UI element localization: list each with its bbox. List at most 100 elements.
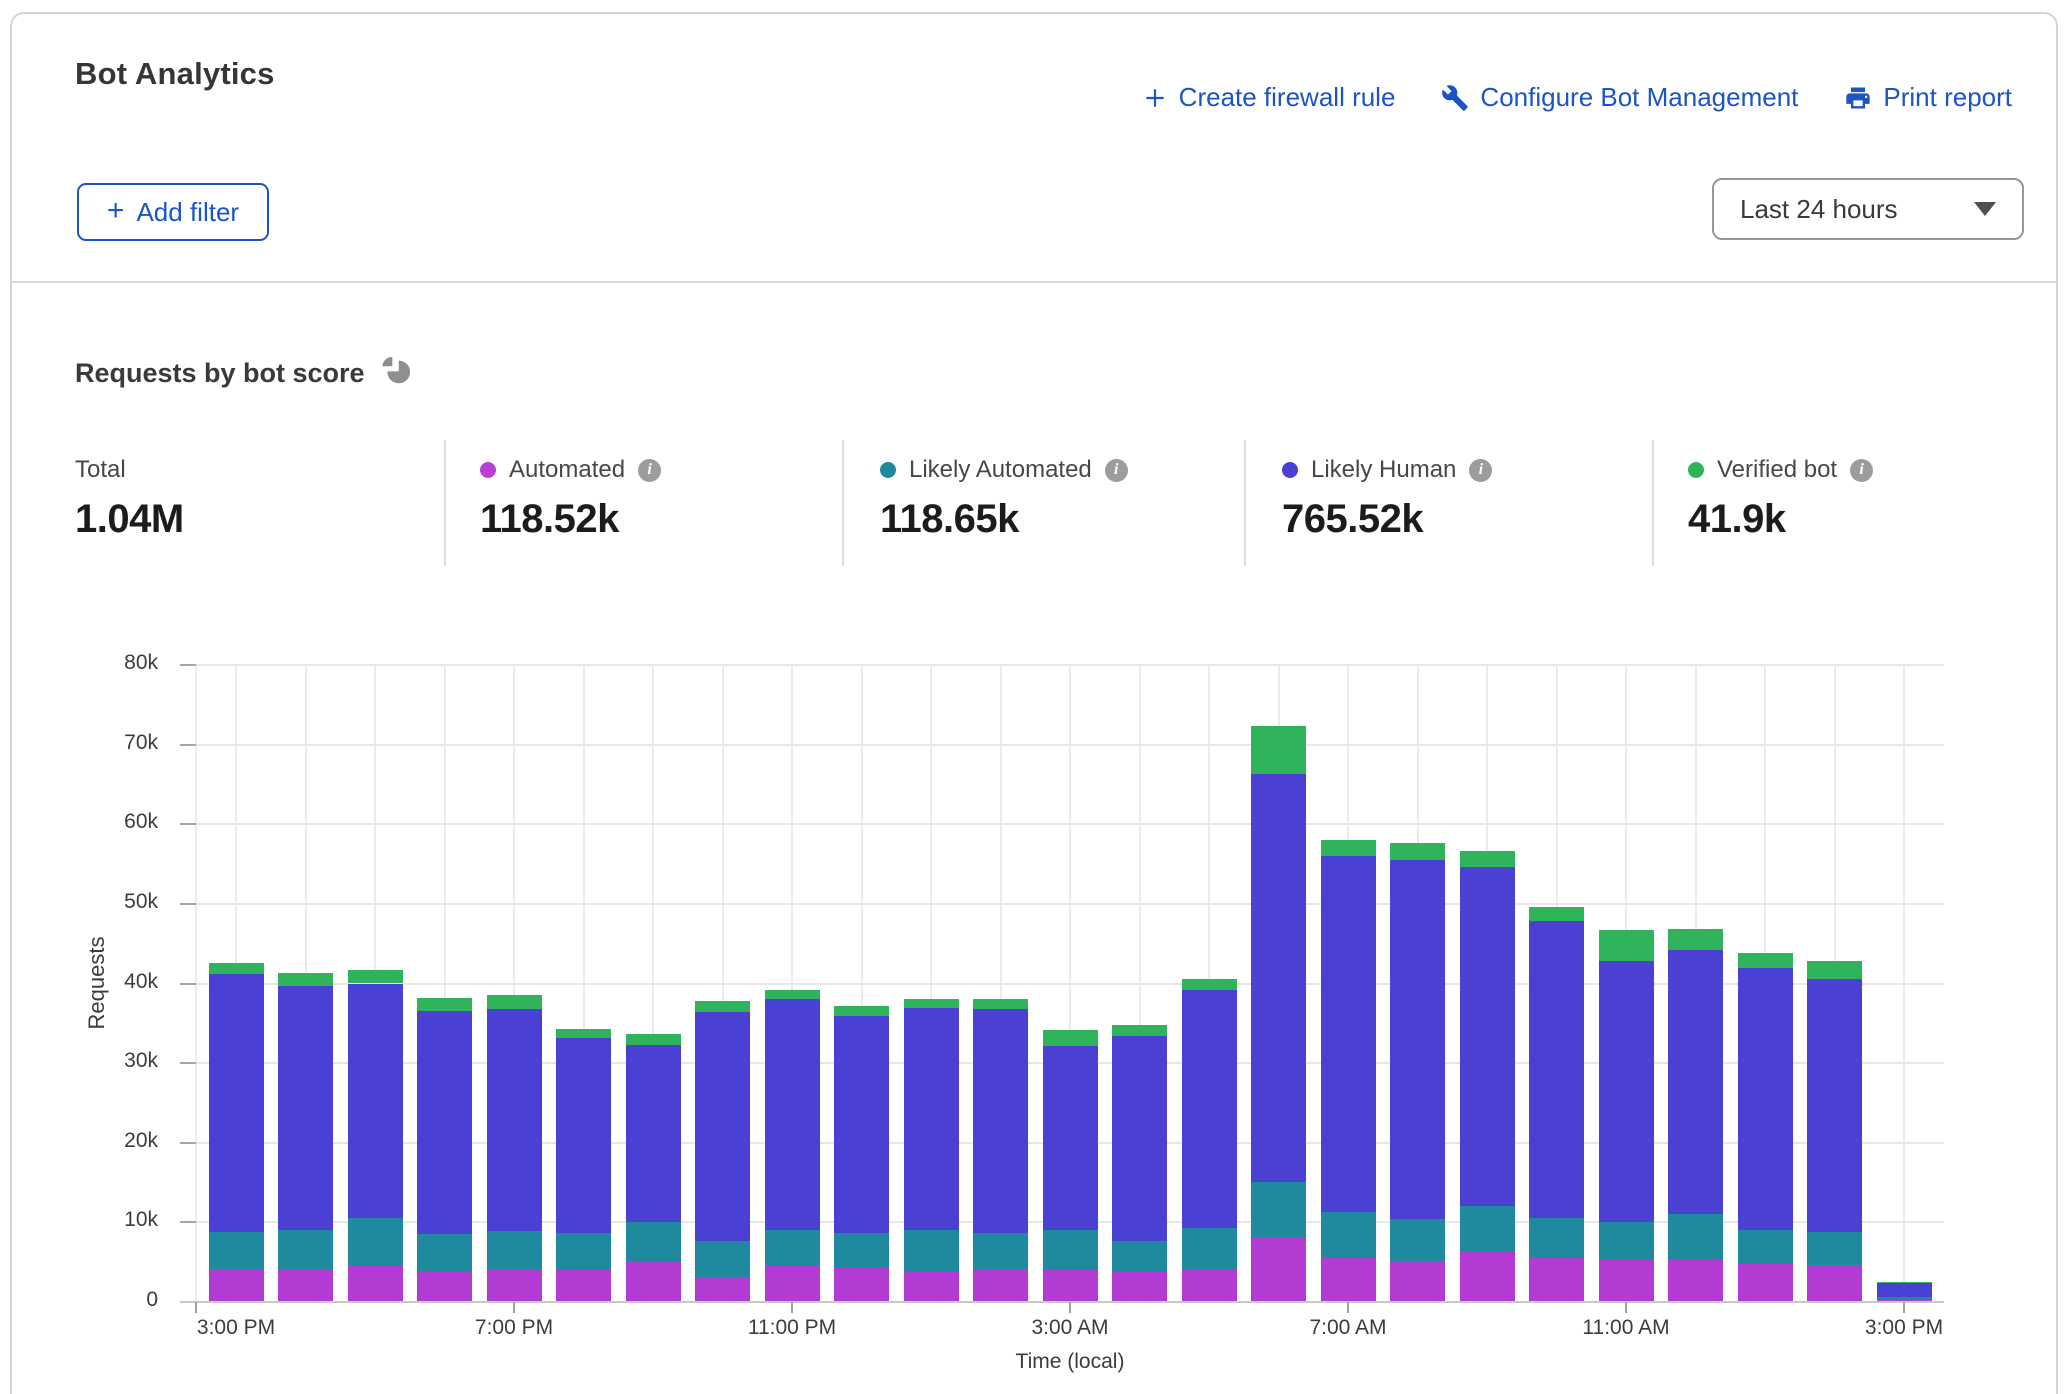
bar-segment-likely-automated[interactable]: [626, 1222, 681, 1262]
bar-segment-automated[interactable]: [765, 1266, 820, 1302]
bar-segment-likely-automated[interactable]: [1668, 1214, 1723, 1261]
bar-segment-automated[interactable]: [1599, 1259, 1654, 1302]
bar-segment-verified-bot[interactable]: [695, 1001, 750, 1012]
bar-segment-likely-human[interactable]: [1668, 950, 1723, 1214]
bar-segment-verified-bot[interactable]: [417, 998, 472, 1011]
bar-segment-verified-bot[interactable]: [348, 970, 403, 984]
bar-segment-verified-bot[interactable]: [626, 1034, 681, 1044]
bar-segment-automated[interactable]: [1738, 1264, 1793, 1302]
bar-segment-automated[interactable]: [1807, 1265, 1862, 1302]
bar-segment-automated[interactable]: [973, 1269, 1028, 1302]
bar-segment-automated[interactable]: [556, 1270, 611, 1302]
bar-segment-likely-automated[interactable]: [1807, 1232, 1862, 1265]
bar-segment-likely-automated[interactable]: [1390, 1219, 1445, 1260]
bar-segment-automated[interactable]: [1529, 1258, 1584, 1302]
bar-segment-likely-automated[interactable]: [348, 1218, 403, 1266]
bar-segment-automated[interactable]: [695, 1277, 750, 1302]
bar-segment-likely-human[interactable]: [904, 1008, 959, 1230]
bar-segment-likely-human[interactable]: [834, 1016, 889, 1233]
bar-segment-verified-bot[interactable]: [973, 999, 1028, 1009]
bar-segment-likely-automated[interactable]: [417, 1234, 472, 1271]
bar-segment-likely-automated[interactable]: [278, 1230, 333, 1269]
bar-segment-verified-bot[interactable]: [1877, 1282, 1932, 1283]
bar-segment-automated[interactable]: [209, 1269, 264, 1302]
bar-segment-verified-bot[interactable]: [1251, 726, 1306, 775]
bar-segment-likely-automated[interactable]: [904, 1230, 959, 1271]
bar-segment-automated[interactable]: [487, 1269, 542, 1302]
bar-segment-likely-automated[interactable]: [973, 1233, 1028, 1270]
bar-segment-likely-human[interactable]: [1043, 1046, 1098, 1231]
bar-segment-likely-automated[interactable]: [1738, 1230, 1793, 1265]
bar-segment-likely-human[interactable]: [1738, 968, 1793, 1230]
bar-segment-verified-bot[interactable]: [765, 990, 820, 1000]
bar-segment-likely-human[interactable]: [348, 984, 403, 1219]
bar-segment-likely-automated[interactable]: [1460, 1206, 1515, 1252]
bar-segment-automated[interactable]: [1390, 1261, 1445, 1302]
bar-segment-automated[interactable]: [1460, 1252, 1515, 1302]
bar-segment-automated[interactable]: [904, 1271, 959, 1302]
bar-segment-verified-bot[interactable]: [487, 995, 542, 1009]
bar-segment-likely-human[interactable]: [417, 1011, 472, 1235]
bar-segment-likely-human[interactable]: [765, 999, 820, 1230]
bar-segment-automated[interactable]: [1182, 1269, 1237, 1302]
bar-segment-verified-bot[interactable]: [834, 1006, 889, 1016]
bar-segment-likely-human[interactable]: [1182, 990, 1237, 1228]
bar-segment-likely-human[interactable]: [1112, 1036, 1167, 1241]
bar-segment-verified-bot[interactable]: [1738, 953, 1793, 967]
bar-segment-verified-bot[interactable]: [1182, 979, 1237, 990]
bar-segment-verified-bot[interactable]: [209, 963, 264, 974]
bar-segment-automated[interactable]: [1043, 1270, 1098, 1302]
bar-segment-automated[interactable]: [1112, 1272, 1167, 1302]
bar-segment-verified-bot[interactable]: [1043, 1030, 1098, 1045]
bar-segment-automated[interactable]: [417, 1271, 472, 1302]
bar-segment-likely-automated[interactable]: [1877, 1297, 1932, 1300]
bar-segment-automated[interactable]: [348, 1266, 403, 1302]
bar-segment-automated[interactable]: [278, 1269, 333, 1302]
bar-segment-likely-automated[interactable]: [695, 1241, 750, 1276]
bar-segment-automated[interactable]: [626, 1262, 681, 1302]
bar-segment-likely-human[interactable]: [1807, 979, 1862, 1232]
bar-segment-verified-bot[interactable]: [1599, 930, 1654, 961]
bar-segment-likely-automated[interactable]: [1112, 1241, 1167, 1272]
bar-segment-likely-human[interactable]: [556, 1038, 611, 1232]
bar-segment-likely-human[interactable]: [487, 1009, 542, 1231]
bar-segment-automated[interactable]: [1321, 1258, 1376, 1302]
bar-segment-likely-human[interactable]: [209, 974, 264, 1232]
bar-segment-likely-automated[interactable]: [1599, 1222, 1654, 1259]
bar-segment-automated[interactable]: [834, 1267, 889, 1302]
bar-segment-verified-bot[interactable]: [556, 1029, 611, 1039]
bar-segment-likely-automated[interactable]: [556, 1233, 611, 1270]
bar-segment-likely-automated[interactable]: [1251, 1182, 1306, 1237]
bar-segment-verified-bot[interactable]: [904, 999, 959, 1008]
bar-segment-verified-bot[interactable]: [278, 973, 333, 986]
bar-segment-likely-human[interactable]: [1321, 856, 1376, 1212]
bar-segment-verified-bot[interactable]: [1112, 1025, 1167, 1036]
bar-segment-likely-human[interactable]: [973, 1009, 1028, 1233]
bar-segment-likely-human[interactable]: [626, 1045, 681, 1223]
bar-segment-likely-automated[interactable]: [487, 1231, 542, 1268]
bar-segment-likely-automated[interactable]: [209, 1232, 264, 1269]
bar-segment-likely-human[interactable]: [1599, 961, 1654, 1222]
bar-segment-likely-human[interactable]: [1251, 774, 1306, 1182]
bar-segment-likely-automated[interactable]: [1321, 1212, 1376, 1258]
bar-segment-verified-bot[interactable]: [1321, 840, 1376, 856]
bar-segment-likely-automated[interactable]: [765, 1230, 820, 1266]
bar-segment-likely-human[interactable]: [1877, 1283, 1932, 1297]
bar-segment-likely-automated[interactable]: [1043, 1230, 1098, 1270]
bar-segment-automated[interactable]: [1668, 1260, 1723, 1302]
bar-segment-verified-bot[interactable]: [1807, 961, 1862, 979]
bar-segment-verified-bot[interactable]: [1390, 843, 1445, 860]
bar-segment-likely-human[interactable]: [1529, 921, 1584, 1218]
bar-segment-verified-bot[interactable]: [1668, 929, 1723, 950]
bar-segment-verified-bot[interactable]: [1460, 851, 1515, 867]
bar-segment-likely-automated[interactable]: [1529, 1218, 1584, 1258]
bar-segment-likely-human[interactable]: [1390, 860, 1445, 1219]
bar-segment-likely-automated[interactable]: [1182, 1228, 1237, 1269]
bar-segment-likely-human[interactable]: [278, 986, 333, 1230]
bar-segment-likely-automated[interactable]: [834, 1233, 889, 1267]
bar-segment-verified-bot[interactable]: [1529, 907, 1584, 921]
bar-segment-likely-human[interactable]: [695, 1012, 750, 1241]
bar-segment-automated[interactable]: [1251, 1237, 1306, 1302]
gridline-horizontal: [196, 903, 1944, 905]
bar-segment-likely-human[interactable]: [1460, 867, 1515, 1206]
